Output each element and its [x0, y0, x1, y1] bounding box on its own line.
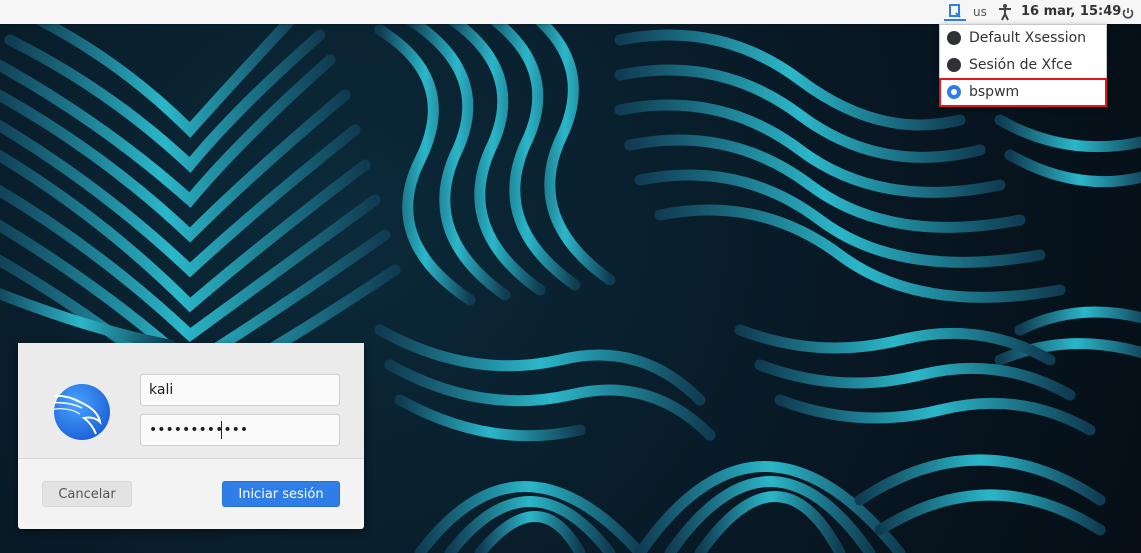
login-dialog-header: [18, 343, 364, 459]
session-item-label: Default Xsession: [969, 30, 1087, 46]
clock[interactable]: 16 mar, 15:49: [1021, 3, 1121, 20]
radio-icon: [947, 58, 961, 72]
session-item-bspwm[interactable]: bspwm: [939, 78, 1107, 107]
username-field[interactable]: [140, 374, 340, 406]
radio-icon: [947, 31, 961, 45]
session-item-label: Sesión de Xfce: [969, 57, 1073, 73]
radio-checked-icon: [947, 85, 961, 99]
login-dialog: Cancelar Iniciar sesión: [18, 343, 364, 529]
top-panel: us 16 mar, 15:49: [0, 0, 1141, 24]
kali-dragon-icon: [54, 384, 110, 440]
login-button[interactable]: Iniciar sesión: [222, 481, 340, 507]
accessibility-icon[interactable]: [997, 3, 1013, 21]
session-item-label: bspwm: [969, 84, 1020, 100]
session-menu: Default Xsession Sesión de Xfce bspwm: [939, 24, 1107, 107]
session-chooser-icon[interactable]: [944, 3, 966, 21]
session-item-xfce[interactable]: Sesión de Xfce: [940, 52, 1106, 79]
power-icon[interactable]: [1121, 5, 1135, 19]
cancel-button[interactable]: Cancelar: [42, 481, 132, 507]
text-caret: [221, 421, 222, 439]
login-screen: us 16 mar, 15:49 Default Xsession Sesión…: [0, 0, 1141, 553]
password-field[interactable]: [140, 414, 340, 446]
session-item-default-xsession[interactable]: Default Xsession: [940, 25, 1106, 52]
keyboard-layout-indicator[interactable]: us: [973, 4, 987, 20]
